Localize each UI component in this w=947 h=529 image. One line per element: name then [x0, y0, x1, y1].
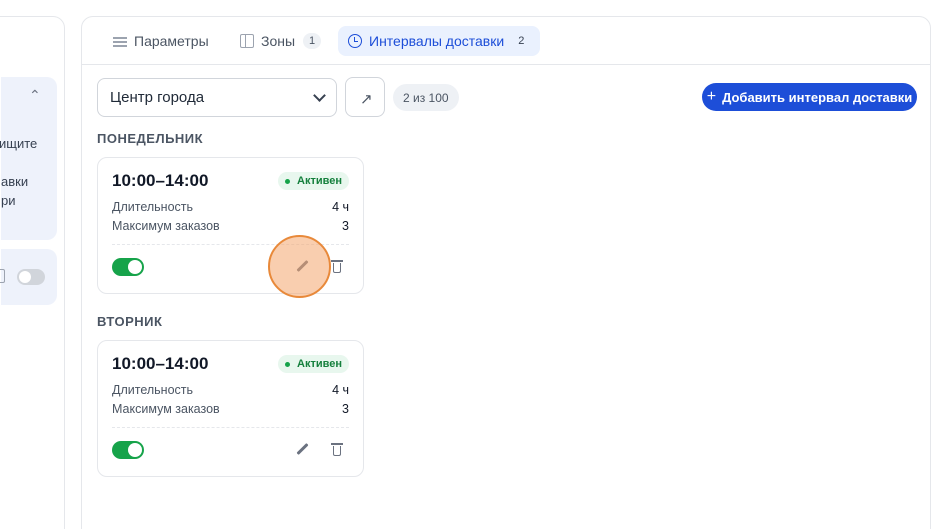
duration-value: 4 ч — [332, 383, 349, 397]
tab-parameters[interactable]: Параметры — [103, 26, 219, 56]
interval-time: 10:00–14:00 — [112, 171, 209, 190]
open-zone-button[interactable]: ↗ — [345, 77, 385, 117]
duration-value: 4 ч — [332, 200, 349, 214]
duration-row: Длительность 4 ч — [112, 200, 349, 214]
tab-delivery-intervals[interactable]: Интервалы доставки 2 — [338, 26, 541, 56]
left-toggle[interactable] — [17, 269, 45, 285]
pencil-icon — [296, 259, 309, 273]
status-dot-icon — [285, 178, 291, 184]
status-label: Активен — [297, 175, 342, 187]
left-panel: ⌃ ищите авки ри — [0, 16, 65, 529]
day-title-monday: ПОНЕДЕЛЬНИК — [97, 131, 204, 146]
add-interval-button[interactable]: + Добавить интервал доставки — [702, 83, 917, 111]
status-dot-icon — [285, 361, 291, 367]
zone-select[interactable]: Центр города — [97, 78, 337, 117]
status-label: Активен — [297, 358, 342, 370]
pencil-icon — [296, 442, 309, 456]
trash-icon — [331, 443, 343, 445]
plus-icon: + — [706, 88, 717, 105]
main-panel: Параметры Зоны 1 Интервалы доставки 2 Це… — [81, 16, 931, 529]
tab-label: Интервалы доставки — [369, 33, 505, 49]
interval-card: 10:00–14:00 Активен Длительность 4 ч Мак… — [97, 157, 364, 294]
left-text-2: авки — [1, 174, 29, 189]
duration-label: Длительность — [112, 200, 194, 214]
sliders-icon — [113, 36, 127, 47]
max-orders-label: Максимум заказов — [112, 219, 220, 233]
duration-row: Длительность 4 ч — [112, 383, 349, 397]
interval-time: 10:00–14:00 — [112, 354, 209, 373]
max-orders-label: Максимум заказов — [112, 402, 220, 416]
max-orders-row: Максимум заказов 3 — [112, 402, 349, 416]
tab-badge: 1 — [303, 33, 322, 49]
edit-button[interactable] — [294, 258, 312, 276]
divider — [112, 427, 349, 428]
left-text-1: ищите — [0, 136, 38, 151]
clock-icon — [348, 34, 362, 48]
tab-label: Параметры — [134, 33, 209, 49]
interval-enabled-toggle[interactable] — [112, 441, 144, 459]
day-title-tuesday: ВТОРНИК — [97, 314, 163, 329]
left-text-3: ри — [1, 193, 16, 208]
add-interval-label: Добавить интервал доставки — [722, 89, 913, 105]
left-settings-card[interactable]: ⌃ ищите авки ри — [0, 77, 57, 240]
trash-icon — [331, 260, 343, 262]
duration-label: Длительность — [112, 383, 194, 397]
chevron-up-icon[interactable]: ⌃ — [29, 87, 41, 104]
trash-can-body — [333, 446, 341, 456]
chevron-down-icon — [313, 89, 326, 102]
max-orders-value: 3 — [342, 402, 349, 416]
max-orders-value: 3 — [342, 219, 349, 233]
delete-button[interactable] — [328, 441, 346, 459]
map-icon — [240, 34, 254, 48]
arrow-up-right-icon: ↗ — [360, 91, 373, 108]
interval-counter: 2 из 100 — [393, 84, 459, 111]
tab-zones[interactable]: Зоны 1 — [230, 26, 331, 56]
tab-badge: 2 — [518, 35, 525, 47]
divider — [112, 244, 349, 245]
tab-label: Зоны — [261, 33, 296, 49]
trash-icon[interactable] — [0, 269, 5, 283]
interval-card: 10:00–14:00 Активен Длительность 4 ч Мак… — [97, 340, 364, 477]
edit-button[interactable] — [294, 441, 312, 459]
delete-button[interactable] — [328, 258, 346, 276]
tab-bar: Параметры Зоны 1 Интервалы доставки 2 — [82, 17, 930, 65]
status-badge: Активен — [278, 172, 349, 190]
left-toggle-card — [0, 249, 57, 305]
trash-can-body — [333, 263, 341, 273]
max-orders-row: Максимум заказов 3 — [112, 219, 349, 233]
status-badge: Активен — [278, 355, 349, 373]
zone-select-value: Центр города — [110, 89, 205, 106]
interval-enabled-toggle[interactable] — [112, 258, 144, 276]
